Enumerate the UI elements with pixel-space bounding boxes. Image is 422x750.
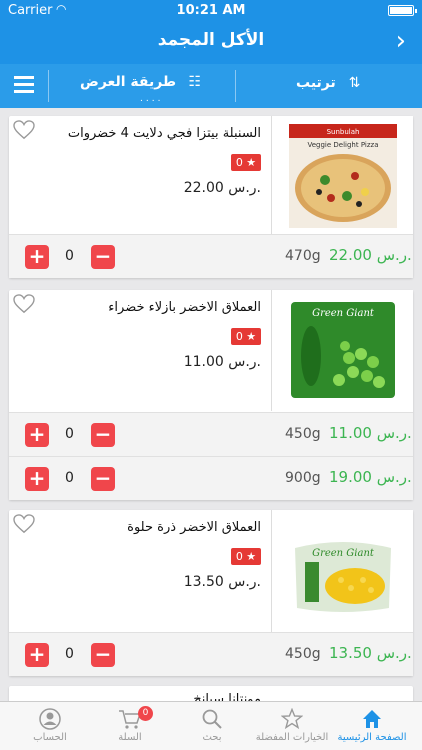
view-mode-button[interactable]: طريقة العرض ☷ ....: [80, 74, 202, 104]
pizza-title-text: Veggie Delight Pizza: [307, 141, 378, 149]
heart-icon[interactable]: [13, 120, 35, 140]
cart-badge: 0: [138, 706, 153, 721]
variant-weight: 450g: [285, 646, 321, 662]
tab-home[interactable]: الصفحة الرئيسية: [330, 702, 414, 750]
rating-badge: 0 ★: [231, 548, 261, 565]
nav-bar: الأكل المجمد ›: [0, 20, 422, 64]
decrement-button[interactable]: −: [91, 467, 115, 491]
variant-row: + 0 − 450g 11.00 ر.س.: [9, 412, 413, 456]
product-card[interactable]: Sunbulah Veggie Delight Pizza السنبلة بي…: [9, 116, 413, 278]
rating-badge: 0 ★: [231, 154, 261, 171]
increment-button[interactable]: +: [25, 245, 49, 269]
tab-favorites[interactable]: الخيارات المفضلة: [250, 702, 334, 750]
page-title: الأكل المجمد: [157, 30, 265, 50]
filter-toolbar: طريقة العرض ☷ .... ترتيب ⇅: [0, 64, 422, 108]
variant-row: + 0 − 470g 22.00 ر.س.: [9, 234, 413, 278]
view-mode-label: طريقة العرض: [80, 74, 177, 90]
variant-row: + 0 − 900g 19.00 ر.س.: [9, 456, 413, 500]
chevron-right-icon[interactable]: ›: [396, 26, 406, 56]
view-mode-dots: ....: [140, 94, 164, 104]
tab-account-label: الحساب: [33, 732, 67, 743]
decrement-button[interactable]: −: [91, 423, 115, 447]
peas-brand-text: Green Giant: [312, 308, 375, 319]
product-card[interactable]: Green Giant العملاق الاخضر بازلاء خضراء …: [9, 290, 413, 500]
sort-label: ترتيب: [296, 75, 336, 91]
user-icon: [39, 708, 61, 730]
variant-price: 22.00 ر.س.: [329, 246, 412, 264]
tab-home-label: الصفحة الرئيسية: [337, 732, 407, 743]
home-icon: [363, 710, 381, 728]
tab-cart[interactable]: 0 السلة: [88, 702, 172, 750]
divider: [48, 70, 49, 102]
variant-weight: 900g: [285, 470, 321, 486]
sort-button[interactable]: ترتيب ⇅: [296, 75, 360, 91]
sort-arrows-icon: ⇅: [348, 75, 361, 91]
variant-weight: 470g: [285, 248, 321, 264]
quantity-value: 0: [65, 470, 74, 486]
product-price: 22.00 ر.س.: [183, 180, 261, 196]
tab-account[interactable]: الحساب: [8, 702, 92, 750]
product-name: العملاق الاخضر ذرة حلوة: [127, 520, 261, 535]
divider: [235, 70, 236, 102]
battery-icon: [388, 5, 417, 16]
quantity-value: 0: [65, 426, 74, 442]
heart-icon[interactable]: [13, 294, 35, 314]
product-name: العملاق الاخضر بازلاء خضراء: [108, 300, 261, 315]
decrement-button[interactable]: −: [91, 643, 115, 667]
tab-search[interactable]: بحث: [170, 702, 254, 750]
product-price: 13.50 ر.س.: [183, 574, 261, 590]
list-view-icon[interactable]: [14, 76, 34, 94]
variant-price: 13.50 ر.س.: [329, 644, 412, 662]
product-image: Sunbulah Veggie Delight Pizza: [271, 116, 413, 234]
pizza-brand-text: Sunbulah: [326, 128, 359, 136]
tab-favorites-label: الخيارات المفضلة: [255, 732, 329, 743]
search-icon: [202, 709, 222, 729]
star-icon: [281, 708, 303, 730]
quantity-value: 0: [65, 646, 74, 662]
product-price: 11.00 ر.س.: [183, 354, 261, 370]
variant-weight: 450g: [285, 426, 321, 442]
tab-bar: الحساب 0 السلة بحث الخيارات المفضلة الصف…: [0, 701, 422, 750]
product-card[interactable]: Green Giant العملاق الاخضر ذرة حلوة 0 ★ …: [9, 510, 413, 676]
tab-search-label: بحث: [202, 732, 222, 743]
sliders-icon: ☷: [188, 74, 202, 90]
variant-price: 19.00 ر.س.: [329, 468, 412, 486]
variant-price: 11.00 ر.س.: [329, 424, 412, 442]
heart-icon[interactable]: [13, 514, 35, 534]
product-name: السنبلة بيتزا فجي دلايت 4 خضروات: [67, 126, 261, 141]
status-bar: Carrier ◠ 10:21 AM: [0, 0, 422, 20]
increment-button[interactable]: +: [25, 643, 49, 667]
product-image: Green Giant: [271, 510, 413, 632]
rating-badge: 0 ★: [231, 328, 261, 345]
increment-button[interactable]: +: [25, 423, 49, 447]
variant-row: + 0 − 450g 13.50 ر.س.: [9, 632, 413, 676]
quantity-value: 0: [65, 248, 74, 264]
status-time: 10:21 AM: [176, 3, 246, 18]
increment-button[interactable]: +: [25, 467, 49, 491]
product-image: Green Giant: [271, 290, 413, 411]
tab-cart-label: السلة: [118, 732, 142, 743]
corn-brand-text: Green Giant: [312, 548, 375, 559]
decrement-button[interactable]: −: [91, 245, 115, 269]
